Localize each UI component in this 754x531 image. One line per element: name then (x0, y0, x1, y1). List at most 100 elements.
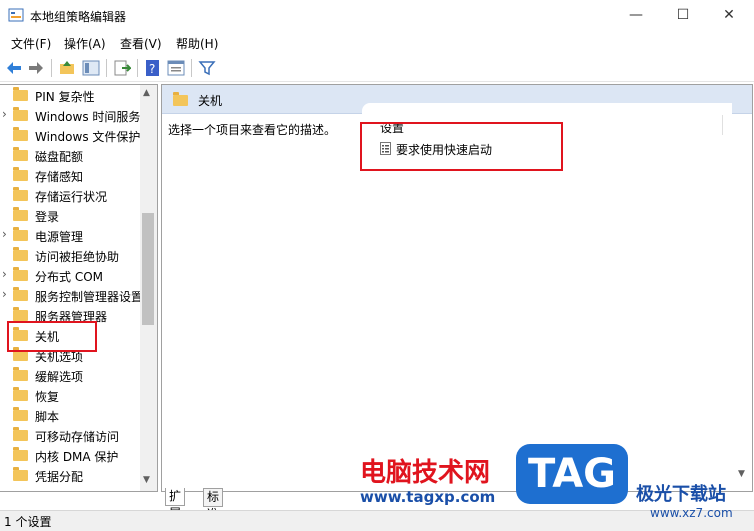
up-folder-icon[interactable] (58, 59, 76, 77)
folder-icon (13, 367, 28, 381)
folder-icon (13, 127, 28, 141)
folder-icon (13, 147, 28, 161)
close-button[interactable]: ✕ (706, 0, 752, 30)
tree-item-label: PIN 复杂性 (35, 90, 95, 104)
status-bar: 1 个设置 (0, 510, 754, 531)
tree-item[interactable]: › 分布式 COM (0, 266, 140, 286)
watermark-site: 极光下载站 (636, 484, 726, 505)
menu-view[interactable]: 查看(V) (120, 35, 162, 52)
show-hide-tree-icon[interactable] (82, 59, 100, 77)
policy-tree[interactable]: PIN 复杂性 › Windows 时间服务 Windows 文件保护 磁盘配额存储感知… (0, 84, 158, 492)
tree-item[interactable]: 缓解选项 (0, 366, 140, 386)
tree-item-label: 恢复 (35, 390, 60, 404)
tree-item[interactable]: 存储运行状况 (0, 186, 140, 206)
forward-arrow-icon[interactable] (27, 59, 45, 77)
watermark-text: 电脑技术网 (360, 458, 491, 488)
app-icon (8, 7, 24, 23)
minimize-button[interactable]: — (613, 0, 659, 30)
tree-scroll-thumb[interactable] (142, 213, 154, 325)
expand-arrow-icon[interactable]: › (2, 287, 7, 301)
tree-item-label: 存储运行状况 (35, 190, 108, 204)
scroll-up-icon[interactable]: ▲ (143, 88, 150, 98)
menu-help[interactable]: 帮助(H) (176, 35, 218, 52)
tree-item-label: 服务控制管理器设置 (35, 290, 144, 304)
expand-arrow-icon[interactable]: › (2, 267, 7, 281)
tree-item-label: 磁盘配额 (35, 150, 84, 164)
folder-icon (13, 87, 28, 101)
folder-icon (13, 207, 28, 221)
tree-item-label: Windows 文件保护 (35, 130, 141, 144)
tree-item[interactable]: 存储感知 (0, 166, 140, 186)
filter-icon[interactable] (198, 59, 216, 77)
expand-arrow-icon[interactable]: › (2, 227, 7, 241)
tree-item[interactable]: 可移动存储访问 (0, 426, 140, 446)
tree-item[interactable]: 凭据分配 (0, 466, 140, 486)
tree-item-label: 存储感知 (35, 170, 84, 184)
menu-file[interactable]: 文件(F) (11, 35, 51, 52)
export-list-icon[interactable] (113, 59, 133, 77)
tree-item[interactable]: › Windows 时间服务 (0, 106, 140, 126)
folder-icon (13, 267, 28, 281)
menu-action[interactable]: 操作(A) (64, 35, 106, 52)
show-properties-icon[interactable] (167, 59, 185, 77)
tree-item-label: 访问被拒绝协助 (35, 250, 120, 264)
tree-item[interactable]: 登录 (0, 206, 140, 226)
watermark-site-url: www.xz7.com (650, 506, 733, 520)
folder-icon (13, 407, 28, 421)
expand-arrow-icon[interactable]: › (2, 107, 7, 121)
toolbar-divider (106, 59, 107, 77)
details-title: 关机 (198, 94, 223, 108)
tree-item-label: 电源管理 (35, 230, 84, 244)
folder-icon (13, 227, 28, 241)
tree-item[interactable]: 内核 DMA 保护 (0, 446, 140, 466)
tree-item-label: 内核 DMA 保护 (35, 450, 119, 464)
toolbar-divider (51, 59, 52, 77)
folder-icon (13, 387, 28, 401)
tree-item[interactable]: 磁盘配额 (0, 146, 140, 166)
tree-item-label: 登录 (35, 210, 60, 224)
folder-icon (13, 467, 28, 481)
tab-standard[interactable]: 标准 (203, 488, 224, 521)
folder-icon (13, 287, 28, 301)
svg-text:?: ? (149, 62, 155, 76)
scroll-down-icon[interactable]: ▼ (143, 475, 150, 485)
watermark-url: www.tagxp.com (360, 488, 496, 506)
title-bar: 本地组策略编辑器 — ☐ ✕ (0, 0, 754, 30)
folder-icon (13, 187, 28, 201)
folder-icon (13, 427, 28, 441)
tree-item-label: 凭据分配 (35, 470, 84, 484)
tree-item[interactable]: 脚本 (0, 406, 140, 426)
tree-item-label: 缓解选项 (35, 370, 84, 384)
maximize-button[interactable]: ☐ (660, 0, 706, 30)
description-text: 选择一个项目来查看它的描述。 (168, 123, 337, 137)
folder-icon (13, 247, 28, 261)
scroll-down-icon[interactable]: ▼ (738, 469, 745, 479)
column-divider (722, 115, 723, 135)
menu-bar: 文件(F) 操作(A) 查看(V) 帮助(H) (0, 32, 754, 54)
tree-item-label: 分布式 COM (35, 270, 103, 284)
folder-icon (13, 167, 28, 181)
tree-item[interactable]: › 电源管理 (0, 226, 140, 246)
tab-extended[interactable]: 扩展 (165, 488, 186, 520)
folder-icon (13, 107, 28, 121)
watermark-logo: TAG (516, 444, 628, 504)
folder-icon (13, 447, 28, 461)
tree-item[interactable]: › 服务控制管理器设置 (0, 286, 144, 306)
tree-item[interactable]: 访问被拒绝协助 (0, 246, 140, 266)
tree-item[interactable]: 恢复 (0, 386, 140, 406)
tree-item[interactable]: Windows 文件保护 (0, 126, 140, 146)
tree-item-label: 可移动存储访问 (35, 430, 120, 444)
highlight-box-tree (7, 321, 97, 352)
toolbar-divider (191, 59, 192, 77)
tree-item-label: 脚本 (35, 410, 60, 424)
back-arrow-icon[interactable] (5, 59, 23, 77)
highlight-box-policy (360, 122, 563, 171)
tree-item[interactable]: PIN 复杂性 (0, 86, 140, 106)
tree-item-label: Windows 时间服务 (35, 110, 141, 124)
toolbar: ? (0, 55, 754, 82)
window-title: 本地组策略编辑器 (30, 10, 127, 24)
status-text: 1 个设置 (4, 515, 52, 529)
toolbar-divider (137, 59, 138, 77)
help-icon[interactable]: ? (144, 59, 162, 77)
details-scrollbar[interactable]: ▼ (734, 145, 752, 491)
